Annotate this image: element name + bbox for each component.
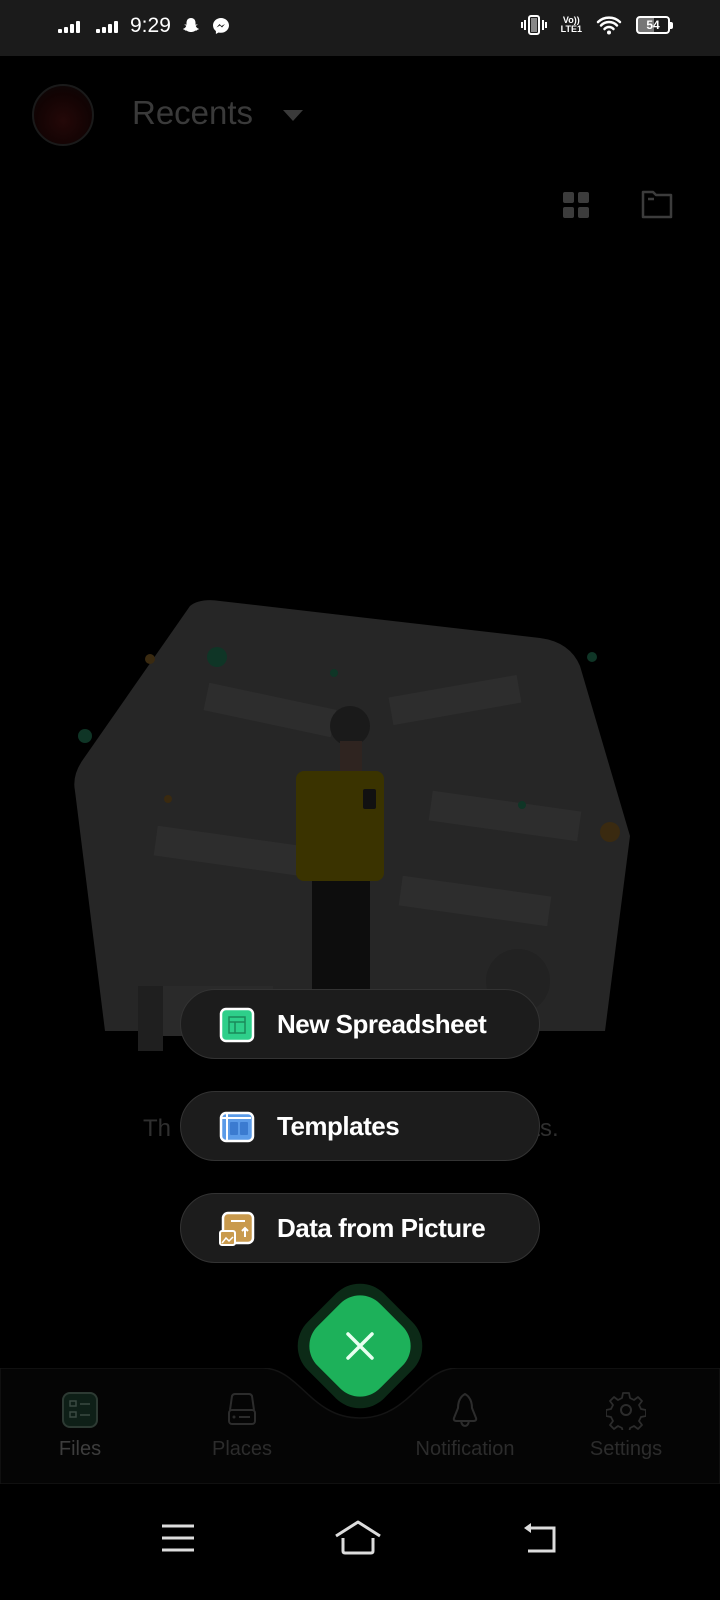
spreadsheet-icon — [219, 1007, 255, 1043]
volte-indicator: Vo)) LTE1 — [560, 15, 582, 34]
messenger-icon — [212, 18, 229, 34]
signal-sim2-icon — [96, 19, 118, 33]
new-spreadsheet-button[interactable]: New Spreadsheet — [180, 989, 540, 1059]
nav-places[interactable]: Places — [182, 1368, 302, 1484]
templates-icon — [219, 1111, 255, 1143]
view-title[interactable]: Recents — [132, 94, 253, 132]
snapchat-icon — [182, 18, 199, 32]
bell-icon — [452, 1392, 478, 1428]
nav-settings-label: Settings — [589, 1438, 663, 1460]
nav-settings[interactable]: Settings — [566, 1368, 686, 1484]
nav-notification[interactable]: Notification — [405, 1368, 525, 1484]
nav-files-label: Files — [58, 1438, 102, 1460]
clock: 9:29 — [130, 14, 171, 37]
system-navigation-bar — [0, 1484, 720, 1600]
back-icon[interactable] — [518, 1518, 562, 1558]
new-spreadsheet-label: New Spreadsheet — [277, 1009, 487, 1039]
fab-close-button[interactable] — [283, 1269, 437, 1423]
status-bar: 9:29 Vo)) LTE1 54 — [0, 0, 720, 56]
templates-button[interactable]: Templates — [180, 1091, 540, 1161]
profile-avatar[interactable] — [32, 84, 94, 146]
data-from-picture-button[interactable]: Data from Picture — [180, 1193, 540, 1263]
vibrate-icon — [520, 15, 547, 35]
nav-notification-label: Notification — [415, 1438, 515, 1460]
nav-files[interactable]: Files — [20, 1368, 140, 1484]
files-icon — [62, 1392, 98, 1428]
nav-places-label: Places — [211, 1438, 273, 1460]
app-background: Recents Th e — [0, 56, 720, 1484]
data-from-picture-label: Data from Picture — [277, 1213, 486, 1243]
close-icon — [346, 1332, 374, 1360]
gear-icon — [606, 1392, 646, 1430]
wifi-icon — [596, 16, 622, 35]
home-icon[interactable] — [332, 1518, 384, 1558]
menu-icon[interactable] — [156, 1518, 200, 1558]
drive-icon — [228, 1393, 256, 1425]
chevron-down-icon[interactable] — [283, 110, 303, 121]
templates-label: Templates — [277, 1111, 400, 1141]
picture-data-icon — [219, 1211, 255, 1246]
folder-icon[interactable] — [640, 188, 674, 220]
grid-icon[interactable] — [563, 192, 589, 218]
signal-sim1-icon — [58, 19, 80, 33]
battery-indicator: 54 — [636, 16, 673, 34]
